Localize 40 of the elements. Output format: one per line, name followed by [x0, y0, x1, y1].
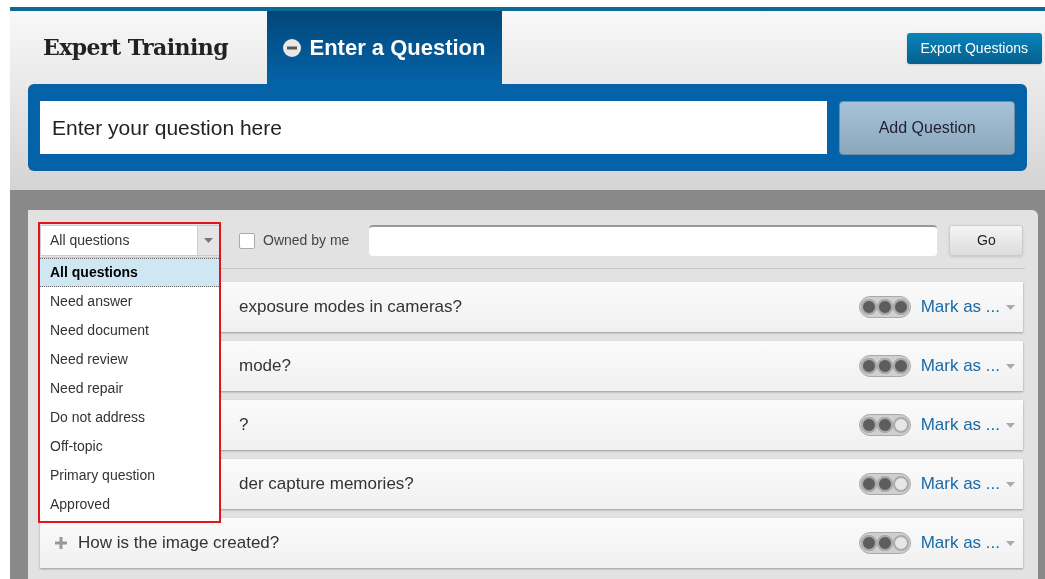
dropdown-option[interactable]: All questions [40, 258, 219, 287]
caret-icon [1006, 363, 1015, 369]
question-text: exposure modes in cameras? [239, 296, 463, 319]
question-text: ? [239, 414, 250, 437]
progress-meter [858, 296, 911, 318]
progress-meter [858, 532, 911, 554]
checkbox-label: Owned by me [263, 231, 350, 250]
progress-meter [858, 355, 911, 377]
caret-icon [1006, 540, 1015, 546]
caret-icon [1006, 481, 1015, 487]
progress-meter [858, 414, 911, 436]
mark-as-menu[interactable]: Mark as ... [920, 294, 1015, 320]
add-question-button[interactable]: Add Question [839, 100, 1015, 155]
caret-icon [204, 238, 213, 243]
minus-circle-icon [283, 38, 302, 57]
mark-as-menu[interactable]: Mark as ... [920, 353, 1015, 379]
caret-icon [1006, 304, 1015, 310]
owned-checkbox[interactable] [239, 232, 255, 249]
progress-meter [858, 473, 911, 495]
filter-select[interactable]: All questions [40, 225, 220, 256]
question-row[interactable]: How is the image created? Mark as ... [40, 518, 1023, 568]
select-value: All questions [49, 231, 130, 250]
question-input-field[interactable]: Enter your question here [40, 101, 828, 154]
dropdown-option[interactable]: Primary question [40, 461, 219, 490]
question-tab[interactable]: Enter a Question [267, 11, 502, 84]
dropdown-option[interactable]: Need review [40, 345, 219, 374]
export-questions-button[interactable]: Export Questions [906, 33, 1042, 64]
dropdown-option[interactable]: Need answer [40, 287, 219, 316]
caret-icon [1006, 422, 1015, 428]
mark-as-menu[interactable]: Mark as ... [920, 471, 1015, 497]
question-text: How is the image created? [78, 532, 281, 555]
plus-icon[interactable] [55, 537, 67, 549]
mark-as-menu[interactable]: Mark as ... [920, 530, 1015, 556]
mark-as-menu[interactable]: Mark as ... [920, 412, 1015, 438]
app-title: Expert Training [43, 33, 229, 62]
question-text: mode? [239, 355, 292, 378]
search-field[interactable] [369, 225, 938, 256]
dropdown-option[interactable]: Do not address [40, 403, 219, 432]
question-text: der capture memories? [239, 473, 415, 496]
go-button[interactable]: Go [949, 225, 1024, 256]
